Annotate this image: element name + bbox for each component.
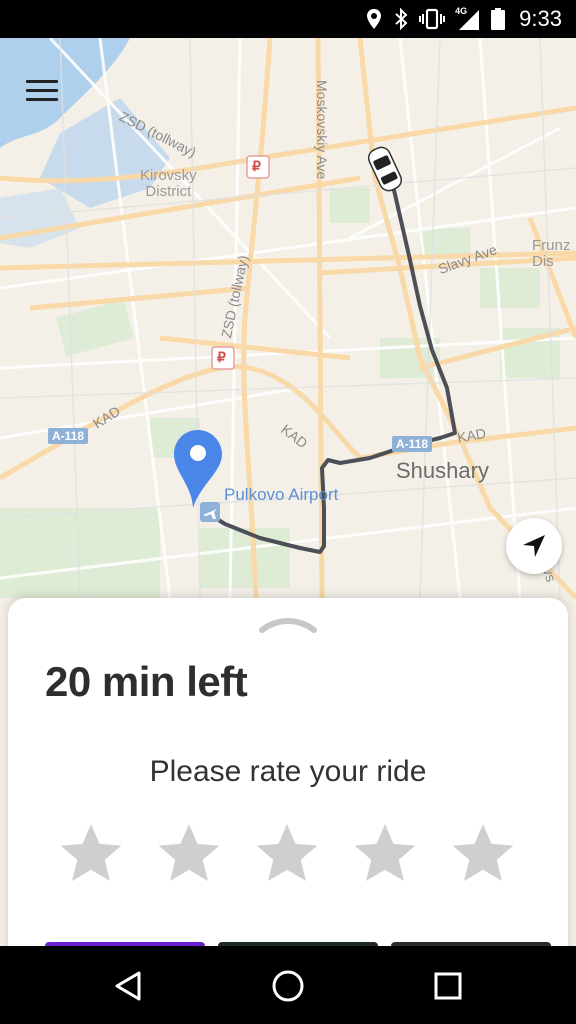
place-label-airport: Pulkovo Airport	[224, 485, 339, 504]
frunz-line1: Frunz	[532, 237, 571, 254]
highway-shield-left: A-118	[48, 428, 89, 444]
place-label-shushary: Shushary	[396, 458, 489, 483]
star-icon	[60, 824, 122, 882]
menu-icon-bar-2	[26, 89, 58, 92]
star-icon	[158, 824, 220, 882]
menu-button[interactable]	[18, 72, 68, 110]
my-location-button[interactable]	[506, 518, 562, 574]
rating-star-3[interactable]	[254, 820, 320, 886]
recents-icon	[434, 972, 462, 1000]
menu-icon-bar-3	[26, 98, 58, 101]
rating-star-5[interactable]	[450, 820, 516, 886]
location-icon	[367, 9, 382, 29]
menu-icon-bar-1	[26, 80, 58, 83]
rating-star-4[interactable]	[352, 820, 418, 886]
status-icons: 4G 9:33	[365, 0, 562, 38]
star-icon	[256, 824, 318, 882]
recents-button[interactable]	[426, 964, 470, 1008]
status-time: 9:33	[519, 6, 562, 31]
road-label-moskovskiy: Moskovskiy Ave	[314, 80, 330, 180]
district-label-line1: Kirovsky	[140, 167, 197, 184]
frunz-line2: Dis	[532, 253, 554, 270]
rating-stars	[58, 820, 518, 890]
district-label: Kirovsky District	[140, 168, 197, 200]
navigation-bar	[0, 946, 576, 1024]
navigation-arrow-icon	[523, 535, 545, 557]
district-label-frunz: Frunz Dis	[532, 238, 570, 270]
vibrate-icon	[419, 8, 446, 30]
sheet-handle-icon[interactable]	[258, 616, 318, 634]
status-bar: 4G 9:33	[0, 0, 576, 38]
ruble-marker-2: ₽	[217, 349, 226, 365]
home-button[interactable]	[266, 964, 310, 1008]
pin-icon	[174, 430, 222, 508]
home-icon	[272, 970, 304, 1002]
ruble-marker-1: ₽	[252, 158, 261, 174]
highway-shield-right: A-118	[392, 436, 433, 452]
battery-icon	[491, 8, 506, 30]
rating-star-1[interactable]	[58, 820, 124, 886]
bluetooth-icon	[395, 8, 408, 30]
back-icon	[115, 971, 141, 1001]
signal-icon: 4G	[455, 6, 481, 30]
time-left-label: 20 min left	[45, 658, 248, 705]
ride-status-sheet: 20 min left Please rate your ride	[8, 598, 568, 962]
rate-ride-prompt: Please rate your ride	[149, 755, 427, 788]
district-label-line2: District	[145, 183, 192, 200]
star-icon	[452, 824, 514, 882]
back-button[interactable]	[106, 964, 150, 1008]
rating-star-2[interactable]	[156, 820, 222, 886]
airport-icon	[200, 502, 220, 522]
star-icon	[354, 824, 416, 882]
